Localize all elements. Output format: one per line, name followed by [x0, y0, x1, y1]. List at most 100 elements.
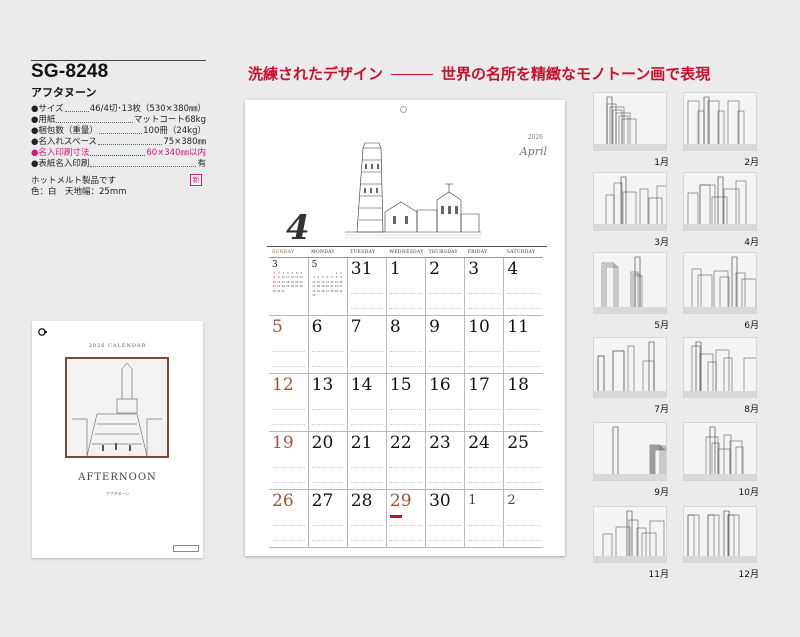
calendar-grid: SUNDAY MONDAY TUESDAY WEDNESDAY THURSDAY FRID…: [269, 248, 543, 548]
calendar-day-cell: 28: [347, 489, 387, 548]
memo-lines: [350, 408, 383, 425]
rokuyo-mark: [390, 511, 425, 514]
month-thumbnail: [593, 337, 667, 398]
weekday-header: THURSDAY: [425, 248, 465, 258]
thumbnail-month-label: 7月: [654, 405, 669, 415]
sheet-month-number: 4: [286, 208, 310, 248]
month-thumbnail: [593, 252, 667, 314]
rokuyo-mark: [429, 279, 464, 282]
mini-calendar: 1 2 3 4 5 6 7 8 9 10 11 12 13 14 15 16 17 18 19 20 21 22 23 24 2…: [272, 271, 303, 293]
calendar-day-cell: 20: [308, 431, 348, 490]
memo-lines: [272, 466, 305, 483]
rokuyo-mark: [390, 395, 425, 398]
product-name: アフタヌーン: [31, 86, 97, 99]
pisa-illustration: [345, 142, 481, 239]
calendar-day-cell: 26: [269, 489, 309, 548]
day-number: 1: [468, 492, 477, 508]
memo-lines: [389, 466, 423, 483]
day-number: 18: [507, 374, 529, 395]
calendar-day-cell: 10: [464, 315, 505, 374]
memo-lines: [389, 350, 423, 367]
memo-lines: [429, 408, 462, 425]
calendar-week-row: 12 13 14 15 16 17 18: [269, 373, 543, 432]
day-number: 2: [429, 258, 440, 279]
rokuyo-mark: [272, 453, 308, 456]
day-number: 22: [389, 432, 412, 453]
memo-lines: [507, 350, 540, 367]
calendar-day-cell: 3: [464, 257, 505, 316]
spec-leader-dots: [56, 115, 133, 123]
rokuyo-mark: [351, 337, 386, 340]
month-thumbnail: [593, 506, 667, 563]
calendar-day-cell: 17: [464, 373, 505, 432]
day-number: 3: [272, 259, 278, 270]
memo-lines: [429, 350, 462, 367]
mini-calendar: 1 2 3 4 5 6 7 8 9 10 11 12 13 14 15 16 17 18 19 20 21 22 23 24 2…: [312, 271, 343, 298]
rokuyo-mark: [468, 337, 503, 340]
calendar-day-cell: 30: [425, 489, 466, 548]
hanging-hole: [400, 106, 407, 113]
spec-row: ●表紙名入印刷 有: [31, 159, 206, 170]
thumbnail-month-label: 9月: [654, 488, 669, 498]
thumbnail-month-label: 10月: [738, 488, 759, 498]
cover-illustration: [65, 357, 169, 458]
day-number: 1: [389, 258, 401, 279]
rokuyo-mark: [468, 395, 503, 398]
memo-lines: [389, 292, 423, 309]
memo-lines: [272, 350, 305, 367]
rokuyo-mark: [312, 453, 347, 456]
day-number: 25: [507, 432, 529, 453]
spec-label: ●梱包数（重量）: [31, 126, 98, 136]
calendar-day-cell: 5: [269, 315, 309, 374]
headline-dash: [391, 74, 434, 75]
calendar-day-cell: 2: [425, 257, 466, 316]
memo-lines: [468, 408, 501, 425]
memo-lines: [507, 466, 540, 483]
memo-lines: [311, 524, 344, 541]
day-number: 4: [507, 258, 519, 279]
day-number: 20: [311, 432, 334, 453]
day-number: 27: [311, 490, 334, 511]
calendar-day-cell: 1: [464, 489, 505, 548]
memo-lines: [429, 292, 462, 309]
memo-lines: [507, 524, 540, 541]
calendar-day-cell: 1: [386, 257, 427, 316]
day-number: 17: [468, 374, 490, 395]
spec-list: ●サイズ 46/4切･13枚（530×380㎜） ●用紙 マットコート68kg ●梱包数…: [31, 104, 206, 170]
day-number: 11: [507, 316, 529, 337]
memo-lines: [272, 524, 305, 541]
day-number: 3: [468, 258, 480, 279]
calendar-day-cell: 29: [386, 489, 427, 548]
calendar-top-rule: [267, 246, 547, 247]
calendar-day-cell: 6: [308, 315, 348, 374]
rokuyo-mark: [468, 511, 503, 514]
calendar-week-row: 5 6 7 8 9 10 11: [269, 315, 543, 374]
calendar-day-cell: 3 1 2 3 4 5 6 7 8 9 10 11 12 13 14 15 16 17 18 19 20 21 22 23 24…: [269, 257, 309, 316]
day-number: 26: [272, 490, 294, 511]
day-number: 29: [389, 490, 412, 511]
memo-lines: [468, 350, 501, 367]
rokuyo-mark: [351, 279, 386, 282]
rokuyo-mark: [390, 337, 425, 340]
calendar-day-cell: 9: [425, 315, 466, 374]
note-color: 色：白 天地幅：25mm: [31, 187, 127, 197]
day-number: 21: [350, 432, 373, 453]
headline-sub: 世界の名所を精緻なモノトーン画で表現: [441, 65, 711, 83]
memo-lines: [429, 466, 462, 483]
spec-row: ●名入れスペース 75×380㎜: [31, 137, 206, 148]
memo-lines: [468, 292, 501, 309]
calendar-day-cell: 16: [425, 373, 466, 432]
calendar-day-cell: 25: [503, 431, 543, 490]
thumbnail-month-label: 5月: [654, 321, 669, 331]
day-number: 19: [272, 432, 294, 453]
calendar-day-cell: 21: [347, 431, 387, 490]
calendar-day-cell: 23: [425, 431, 466, 490]
rokuyo-mark: [390, 453, 425, 456]
rokuyo-mark: [272, 395, 308, 398]
spec-leader-dots: [98, 126, 143, 134]
day-number: 14: [350, 374, 373, 395]
spec-notes: ホットメルト製品です 色：白 天地幅：25mm: [31, 176, 206, 198]
rokuyo-mark: [468, 279, 503, 282]
rokuyo-mark: [429, 395, 464, 398]
month-thumbnail: [593, 92, 667, 151]
